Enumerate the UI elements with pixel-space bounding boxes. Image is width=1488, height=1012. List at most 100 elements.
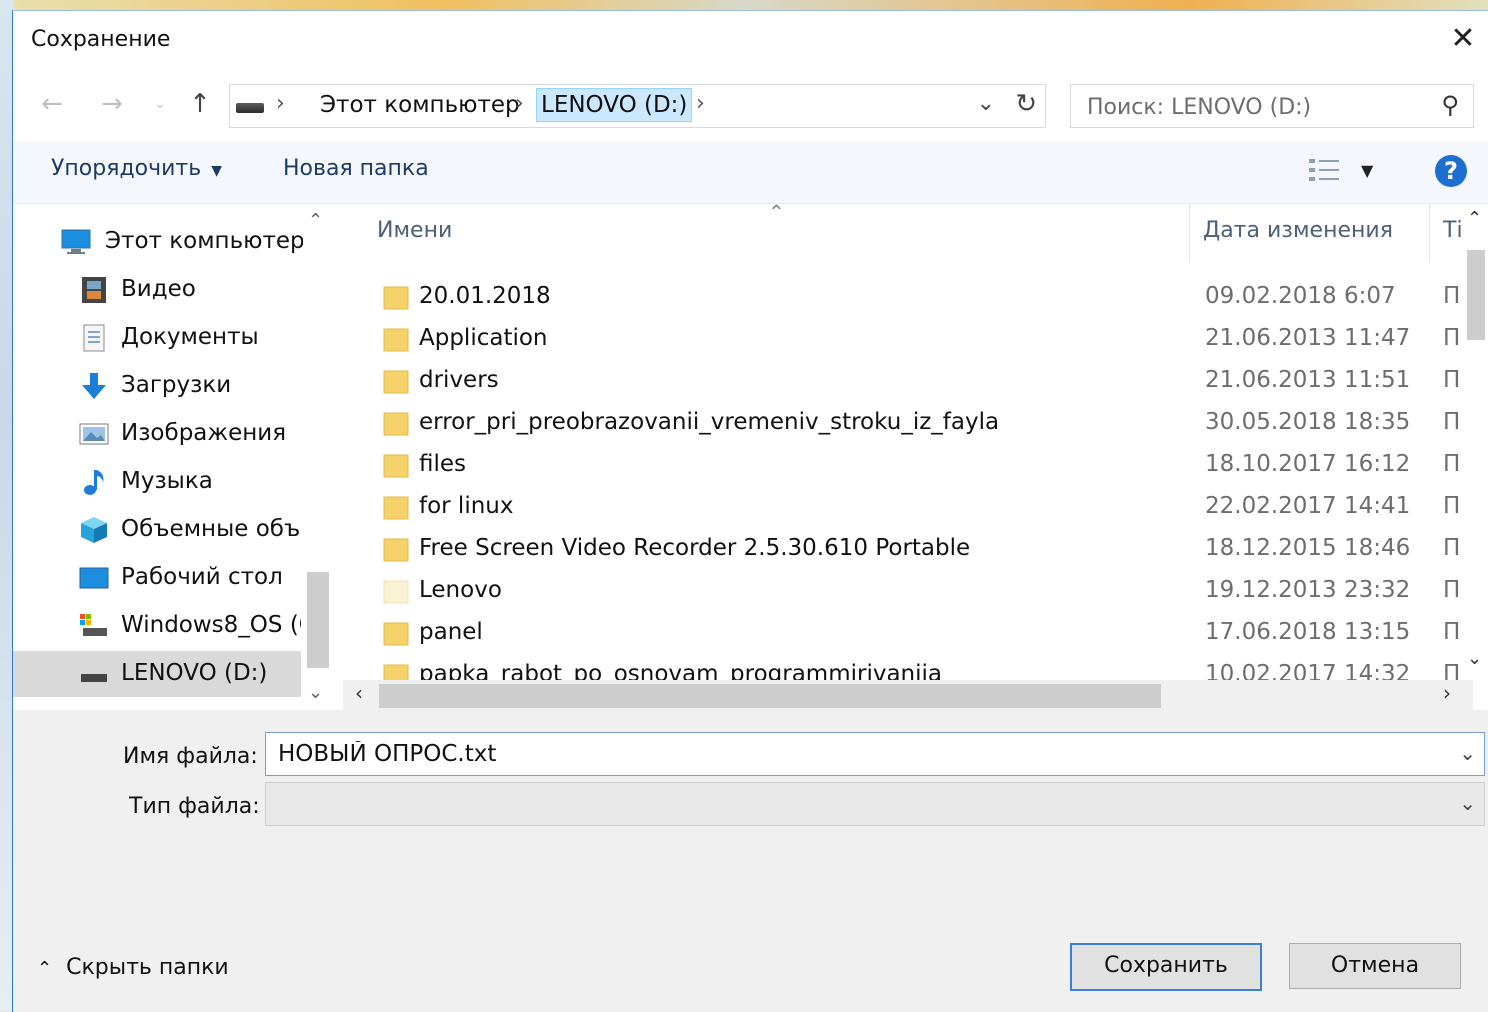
recent-locations-chevron-icon[interactable]: ⌄ — [143, 87, 177, 121]
address-bar[interactable]: › Этот компьютер › LENOVO (D:) › ⌄ ↻ — [229, 84, 1046, 128]
sidebar-item-3d-objects[interactable]: Объемные объе — [13, 507, 301, 553]
table-row[interactable]: Free Screen Video Recorder 2.5.30.610 Po… — [343, 528, 1460, 570]
drive-c-icon — [80, 614, 107, 636]
folder-icon — [383, 538, 409, 562]
chevron-right-icon[interactable]: › — [696, 91, 705, 116]
breadcrumb-lenovo-d[interactable]: LENOVO (D:) — [536, 88, 693, 122]
scroll-left-icon[interactable]: ‹ — [355, 681, 363, 705]
file-type: П — [1443, 493, 1461, 519]
back-arrow-icon[interactable]: ← — [35, 87, 69, 121]
file-list-horizontal-scrollbar[interactable]: ‹ › — [343, 680, 1473, 710]
file-type: П — [1443, 409, 1461, 435]
filename-input[interactable] — [276, 737, 1440, 771]
column-divider[interactable] — [1189, 204, 1190, 262]
file-date: 21.06.2013 11:51 — [1205, 367, 1411, 393]
sidebar-item-this-pc[interactable]: Этот компьютер — [13, 219, 305, 265]
chevron-right-icon[interactable]: › — [515, 91, 524, 116]
cancel-button[interactable]: Отмена — [1289, 943, 1461, 989]
file-date: 19.12.2013 23:32 — [1205, 577, 1411, 603]
sidebar-item-label: Этот компьютер — [105, 228, 305, 254]
help-icon[interactable]: ? — [1435, 155, 1467, 187]
column-divider[interactable] — [1429, 204, 1430, 262]
caret-down-icon[interactable]: ▼ — [1361, 161, 1373, 180]
chevron-down-icon[interactable]: ⌄ — [977, 91, 995, 116]
sidebar-item-label: Объемные объе — [121, 516, 301, 542]
filename-label-text: Имя файла: — [123, 744, 258, 769]
table-row[interactable]: Lenovo 19.12.2013 23:32 П — [343, 570, 1460, 612]
navigation-pane: Этот компьютер Видео Документы Загрузки … — [13, 204, 335, 709]
scroll-up-icon[interactable]: ⌃ — [1467, 208, 1482, 229]
view-details-icon[interactable] — [1308, 157, 1342, 183]
column-header-name[interactable]: Имени — [377, 218, 452, 243]
column-header-date[interactable]: Дата изменения — [1203, 218, 1393, 243]
filename-field[interactable]: ⌄ — [265, 732, 1485, 776]
search-icon[interactable]: ⚲ — [1441, 91, 1459, 119]
folder-icon — [383, 496, 409, 520]
save-form-area: Имя файла: ⌄ Тип файла: ⌄ — [13, 710, 1488, 1012]
sidebar-item-music[interactable]: Музыка — [13, 459, 301, 505]
sidebar-item-desktop[interactable]: Рабочий стол — [13, 555, 301, 601]
scrollbar-thumb[interactable] — [379, 684, 1161, 708]
sort-ascending-icon: ⌃ — [768, 200, 785, 224]
scroll-right-icon[interactable]: › — [1443, 681, 1451, 705]
scroll-down-icon[interactable]: ⌄ — [308, 682, 323, 703]
scrollbar-thumb[interactable] — [307, 572, 329, 668]
file-list: ⌃ Имени Дата изменения Ті 20.01.2018 09.0… — [343, 200, 1488, 710]
table-row[interactable]: Application 21.06.2013 11:47 П — [343, 318, 1460, 360]
file-date: 09.02.2018 6:07 — [1205, 283, 1396, 309]
sidebar-item-pictures[interactable]: Изображения — [13, 411, 301, 457]
file-date: 22.02.2017 14:41 — [1205, 493, 1411, 519]
folder-icon — [383, 454, 409, 478]
sidebar-item-downloads[interactable]: Загрузки — [13, 363, 301, 409]
file-type: П — [1443, 451, 1461, 477]
breadcrumb-this-pc[interactable]: Этот компьютер — [316, 89, 524, 121]
filetype-select[interactable]: ⌄ — [265, 782, 1485, 826]
table-row[interactable]: 20.01.2018 09.02.2018 6:07 П — [343, 276, 1460, 318]
sidebar-item-drive-c[interactable]: Windows8_OS (C — [13, 603, 301, 649]
sidebar-item-drive-d[interactable]: LENOVO (D:) — [13, 651, 301, 697]
drive-d-icon — [81, 674, 107, 682]
file-type: П — [1443, 367, 1461, 393]
file-type: П — [1443, 325, 1461, 351]
column-header-type[interactable]: Ті — [1443, 218, 1463, 243]
close-icon[interactable]: ✕ — [1445, 21, 1481, 57]
scroll-down-icon[interactable]: ⌄ — [1467, 648, 1482, 669]
hide-folders-button[interactable]: ⌃ Скрыть папки — [37, 955, 229, 980]
chevron-down-icon[interactable]: ⌄ — [1459, 741, 1476, 765]
filetype-label-text: Тип файла: — [129, 794, 260, 819]
scroll-up-icon[interactable]: ⌃ — [308, 210, 323, 231]
file-date: 18.10.2017 16:12 — [1205, 451, 1411, 477]
chevron-right-icon[interactable]: › — [276, 91, 285, 116]
table-row[interactable]: drivers 21.06.2013 11:51 П — [343, 360, 1460, 402]
file-date: 17.06.2018 13:15 — [1205, 619, 1411, 645]
chevron-down-icon[interactable]: ⌄ — [1459, 791, 1476, 815]
save-button[interactable]: Сохранить — [1070, 943, 1262, 991]
table-row[interactable]: error_pri_preobrazovanii_vremeniv_stroku… — [343, 402, 1460, 444]
desktop-icon — [79, 567, 109, 589]
search-box[interactable]: ⚲ — [1070, 84, 1474, 128]
sidebar-item-video[interactable]: Видео — [13, 267, 301, 313]
new-folder-button[interactable]: Новая папка — [283, 156, 429, 181]
filetype-label: Тип файла: — [129, 794, 260, 819]
up-arrow-icon[interactable]: ↑ — [183, 87, 217, 121]
sidebar-item-label: Музыка — [121, 468, 213, 494]
toolbar: Упорядочить ▼ Новая папка ▼ ? — [13, 141, 1488, 204]
file-list-vertical-scrollbar[interactable]: ⌃ ⌄ — [1463, 204, 1488, 684]
table-row[interactable]: files 18.10.2017 16:12 П — [343, 444, 1460, 486]
drive-icon — [236, 103, 264, 113]
sidebar-item-label: Изображения — [121, 420, 287, 446]
sidebar-item-documents[interactable]: Документы — [13, 315, 301, 361]
table-row[interactable]: for linux 22.02.2017 14:41 П — [343, 486, 1460, 528]
forward-arrow-icon[interactable]: → — [95, 87, 129, 121]
chevron-up-icon: ⌃ — [37, 958, 53, 979]
refresh-icon[interactable]: ↻ — [1015, 89, 1037, 119]
organize-button[interactable]: Упорядочить ▼ — [51, 156, 222, 181]
3d-objects-icon — [81, 517, 107, 543]
search-input[interactable] — [1085, 91, 1429, 123]
sidebar-item-label: Загрузки — [121, 372, 232, 398]
scrollbar-thumb[interactable] — [1467, 250, 1485, 340]
save-dialog: Сохранение ✕ ← → ⌄ ↑ › Этот компьютер › … — [12, 10, 1488, 1012]
table-row[interactable]: panel 17.06.2018 13:15 П — [343, 612, 1460, 654]
sidebar-scrollbar[interactable]: ⌃ ⌄ — [303, 204, 333, 709]
pictures-icon — [79, 423, 109, 445]
